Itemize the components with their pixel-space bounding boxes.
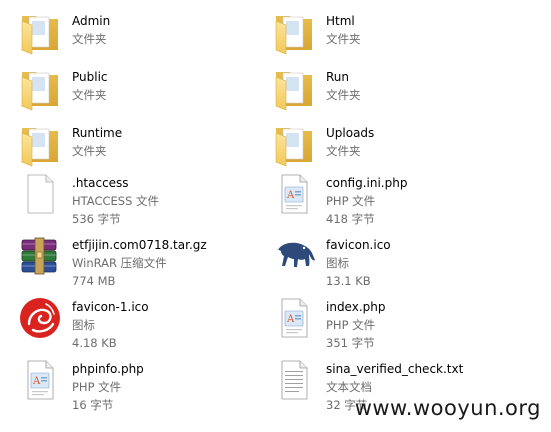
item-type: 文件夹 (326, 88, 361, 102)
folder-icon (16, 64, 64, 112)
item-name: favicon.ico (326, 238, 391, 252)
php-file-icon (16, 356, 64, 404)
item-name: Runtime (72, 126, 123, 140)
item-type: PHP 文件 (72, 380, 122, 394)
elephant-icon (270, 232, 318, 280)
folder-html[interactable]: Html 文件夹 (262, 4, 516, 60)
item-name: Html (326, 14, 355, 28)
file-phpinfo-php[interactable]: phpinfo.php PHP 文件 16 字节 (8, 352, 262, 412)
item-type: 文件夹 (326, 32, 361, 46)
folder-icon (270, 8, 318, 56)
item-size: 4.18 KB (72, 336, 117, 350)
generic-file-icon (16, 170, 64, 218)
item-size: 774 MB (72, 274, 116, 288)
item-name: Run (326, 70, 350, 84)
item-name: phpinfo.php (72, 362, 144, 376)
item-type: 文件夹 (72, 144, 107, 158)
item-size: 418 字节 (326, 212, 375, 226)
folder-admin[interactable]: Admin 文件夹 (8, 4, 262, 60)
item-name: Admin (72, 14, 111, 28)
folder-uploads[interactable]: Uploads 文件夹 (262, 116, 516, 172)
red-emblem-icon (16, 294, 64, 342)
file-htaccess[interactable]: .htaccess HTACCESS 文件 536 字节 (8, 166, 262, 226)
item-type: 文件夹 (72, 88, 107, 102)
item-type: 图标 (326, 256, 349, 270)
item-size: 536 字节 (72, 212, 121, 226)
item-type: PHP 文件 (326, 318, 376, 332)
file-explorer-view: Admin 文件夹 Html 文件夹 Public 文件夹 Run 文件夹 Ru… (0, 0, 551, 432)
file-index-php[interactable]: index.php PHP 文件 351 字节 (262, 290, 516, 350)
folder-icon (270, 64, 318, 112)
item-name: Public (72, 70, 108, 84)
item-name: index.php (326, 300, 386, 314)
file-archive-tar-gz[interactable]: etfjijin.com0718.tar.gz WinRAR 压缩文件 774 … (8, 228, 262, 288)
folder-runtime[interactable]: Runtime 文件夹 (8, 116, 262, 172)
item-type: PHP 文件 (326, 194, 376, 208)
item-type: 文件夹 (72, 32, 107, 46)
item-type: 文件夹 (326, 144, 361, 158)
item-size: 351 字节 (326, 336, 375, 350)
folder-icon (16, 8, 64, 56)
item-type: 图标 (72, 318, 95, 332)
item-name: favicon-1.ico (72, 300, 149, 314)
folder-run[interactable]: Run 文件夹 (262, 60, 516, 116)
item-type: WinRAR 压缩文件 (72, 256, 167, 270)
winrar-archive-icon (16, 232, 64, 280)
file-config-ini-php[interactable]: config.ini.php PHP 文件 418 字节 (262, 166, 516, 226)
watermark-text: www.wooyun.org (354, 396, 541, 420)
item-size: 13.1 KB (326, 274, 371, 288)
file-favicon-ico[interactable]: favicon.ico 图标 13.1 KB (262, 228, 516, 288)
php-file-icon (270, 170, 318, 218)
item-name: sina_verified_check.txt (326, 362, 464, 376)
php-file-icon (270, 294, 318, 342)
item-type: HTACCESS 文件 (72, 194, 160, 208)
text-document-icon (270, 356, 318, 404)
item-name: Uploads (326, 126, 375, 140)
item-name: etfjijin.com0718.tar.gz (72, 238, 207, 252)
item-type: 文本文档 (326, 380, 372, 394)
folder-icon (16, 120, 64, 168)
item-name: config.ini.php (326, 176, 408, 190)
folder-icon (270, 120, 318, 168)
item-size: 16 字节 (72, 398, 114, 412)
folder-public[interactable]: Public 文件夹 (8, 60, 262, 116)
file-favicon-1-ico[interactable]: favicon-1.ico 图标 4.18 KB (8, 290, 262, 350)
item-name: .htaccess (72, 176, 129, 190)
